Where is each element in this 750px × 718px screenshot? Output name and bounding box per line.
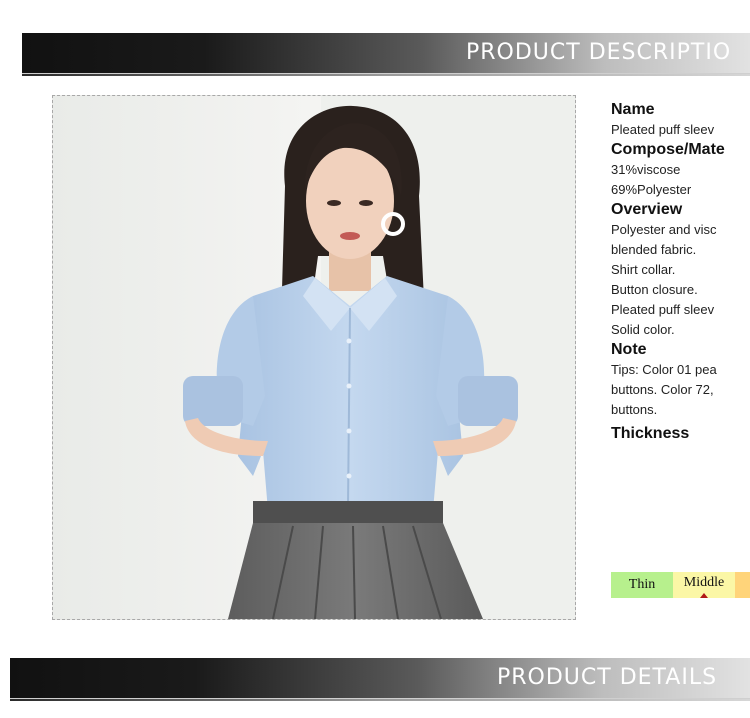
overview-line: blended fabric.: [611, 242, 697, 257]
product-details-banner: PRODUCT DETAILS: [10, 658, 750, 701]
note-heading: Note: [611, 341, 647, 358]
thickness-scale: Thin Middle: [611, 572, 750, 598]
product-page: PRODUCT DESCRIPTIO Name Pleated puff sle…: [0, 0, 750, 718]
product-description-title: PRODUCT DESCRIPTIO: [466, 40, 732, 65]
note-line: Tips: Color 01 pea: [611, 362, 717, 377]
thickness-thick: [735, 572, 750, 598]
overview-line: Button closure.: [611, 282, 698, 297]
product-image: [52, 95, 576, 620]
overview-line: Shirt collar.: [611, 262, 676, 277]
product-details-title: PRODUCT DETAILS: [497, 665, 718, 690]
name-heading: Name: [611, 101, 655, 118]
material-line: 69%Polyester: [611, 182, 692, 197]
name-value: Pleated puff sleev: [611, 122, 715, 137]
overview-heading: Overview: [611, 201, 683, 218]
overview-line: Solid color.: [611, 322, 675, 337]
overview-line: Pleated puff sleev: [611, 302, 715, 317]
product-photo-illustration: [53, 96, 575, 619]
product-description-banner: PRODUCT DESCRIPTIO: [22, 33, 750, 76]
thickness-thin: Thin: [611, 572, 673, 598]
note-line: buttons. Color 72,: [611, 382, 714, 397]
product-spec-panel: Name Pleated puff sleev Compose/Mate 31%…: [611, 100, 750, 444]
note-line: buttons.: [611, 402, 658, 417]
material-heading: Compose/Mate: [611, 141, 725, 158]
thickness-selected-marker-icon: [700, 593, 708, 598]
thickness-heading: Thickness: [611, 425, 690, 442]
material-line: 31%viscose: [611, 162, 681, 177]
overview-line: Polyester and visc: [611, 222, 717, 237]
